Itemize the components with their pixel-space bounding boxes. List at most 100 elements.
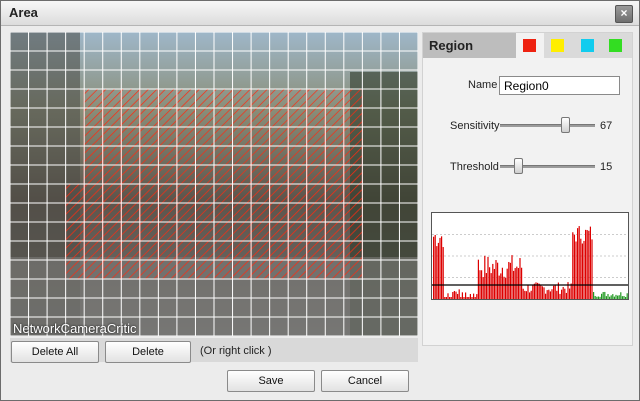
region-cell[interactable] (120, 259, 141, 280)
region-cell[interactable] (157, 202, 178, 223)
region-cell[interactable] (65, 221, 85, 242)
region-cell[interactable] (139, 221, 159, 242)
region-cell[interactable] (250, 202, 271, 223)
region-cell[interactable] (102, 126, 122, 147)
region-cell[interactable] (250, 221, 271, 242)
region-cell[interactable] (287, 259, 308, 280)
region-cell[interactable] (194, 240, 215, 261)
region-name-input[interactable] (499, 76, 620, 95)
region-tab[interactable]: Region (423, 33, 516, 58)
region-cell[interactable] (232, 126, 252, 147)
region-cell[interactable] (139, 107, 159, 128)
region-cell[interactable] (324, 164, 345, 185)
region-cell[interactable] (343, 107, 363, 128)
region-cell[interactable] (324, 107, 345, 128)
region-cell[interactable] (287, 107, 308, 128)
region-cell[interactable] (287, 164, 308, 185)
region-cell[interactable] (194, 259, 215, 280)
region-cell[interactable] (120, 88, 141, 109)
region-cell[interactable] (269, 183, 289, 204)
region-cell[interactable] (120, 240, 141, 261)
region-cell[interactable] (287, 221, 308, 242)
region-color-tab-green[interactable] (602, 33, 630, 58)
delete-button[interactable]: Delete (105, 341, 191, 363)
region-cell[interactable] (139, 240, 159, 261)
region-cell[interactable] (102, 145, 122, 166)
region-cell[interactable] (102, 183, 122, 204)
region-cell[interactable] (157, 145, 178, 166)
region-cell[interactable] (213, 183, 234, 204)
motion-grid[interactable] (10, 32, 418, 336)
region-cell[interactable] (287, 145, 308, 166)
region-cell[interactable] (157, 88, 178, 109)
region-cell[interactable] (250, 145, 271, 166)
region-cell[interactable] (306, 221, 326, 242)
region-cell[interactable] (83, 145, 104, 166)
region-color-tab-yellow[interactable] (544, 33, 572, 58)
threshold-slider-thumb[interactable] (514, 158, 523, 174)
region-cell[interactable] (194, 164, 215, 185)
region-cell[interactable] (120, 164, 141, 185)
region-cell[interactable] (120, 126, 141, 147)
region-cell[interactable] (120, 202, 141, 223)
region-cell[interactable] (343, 183, 363, 204)
region-cell[interactable] (213, 240, 234, 261)
region-cell[interactable] (157, 183, 178, 204)
region-cell[interactable] (157, 126, 178, 147)
region-cell[interactable] (83, 183, 104, 204)
region-cell[interactable] (232, 259, 252, 280)
region-cell[interactable] (176, 259, 196, 280)
region-cell[interactable] (65, 259, 85, 280)
region-cell[interactable] (287, 126, 308, 147)
region-cell[interactable] (343, 221, 363, 242)
region-cell[interactable] (232, 88, 252, 109)
region-cell[interactable] (213, 107, 234, 128)
region-cell[interactable] (343, 164, 363, 185)
region-cell[interactable] (83, 202, 104, 223)
region-cell[interactable] (269, 107, 289, 128)
region-cell[interactable] (83, 126, 104, 147)
region-cell[interactable] (324, 88, 345, 109)
region-cell[interactable] (176, 164, 196, 185)
title-bar[interactable]: Area × (1, 1, 639, 26)
region-cell[interactable] (269, 259, 289, 280)
region-cell[interactable] (65, 183, 85, 204)
region-cell[interactable] (269, 202, 289, 223)
region-cell[interactable] (157, 221, 178, 242)
region-cell[interactable] (194, 145, 215, 166)
region-cell[interactable] (139, 183, 159, 204)
region-cell[interactable] (306, 107, 326, 128)
region-cell[interactable] (269, 221, 289, 242)
region-cell[interactable] (139, 259, 159, 280)
region-cell[interactable] (232, 183, 252, 204)
region-cell[interactable] (139, 126, 159, 147)
region-cell[interactable] (269, 126, 289, 147)
sensitivity-slider[interactable] (500, 124, 595, 127)
region-cell[interactable] (287, 183, 308, 204)
region-cell[interactable] (83, 107, 104, 128)
region-cell[interactable] (213, 126, 234, 147)
region-cell[interactable] (194, 88, 215, 109)
region-cell[interactable] (324, 202, 345, 223)
cancel-button[interactable]: Cancel (321, 370, 409, 392)
region-cell[interactable] (83, 240, 104, 261)
region-cell[interactable] (83, 221, 104, 242)
region-cell[interactable] (139, 145, 159, 166)
region-cell[interactable] (213, 202, 234, 223)
video-preview[interactable]: NetworkCameraCritic (10, 32, 418, 336)
region-cell[interactable] (139, 88, 159, 109)
region-cell[interactable] (324, 145, 345, 166)
region-cell[interactable] (102, 88, 122, 109)
region-cell[interactable] (343, 259, 363, 280)
region-cell[interactable] (306, 240, 326, 261)
close-icon[interactable]: × (615, 5, 633, 23)
region-cell[interactable] (139, 202, 159, 223)
region-cell[interactable] (213, 88, 234, 109)
region-cell[interactable] (157, 164, 178, 185)
region-cell[interactable] (250, 183, 271, 204)
region-cell[interactable] (65, 202, 85, 223)
region-cell[interactable] (83, 88, 104, 109)
region-cell[interactable] (120, 183, 141, 204)
region-cell[interactable] (157, 240, 178, 261)
sensitivity-slider-thumb[interactable] (561, 117, 570, 133)
